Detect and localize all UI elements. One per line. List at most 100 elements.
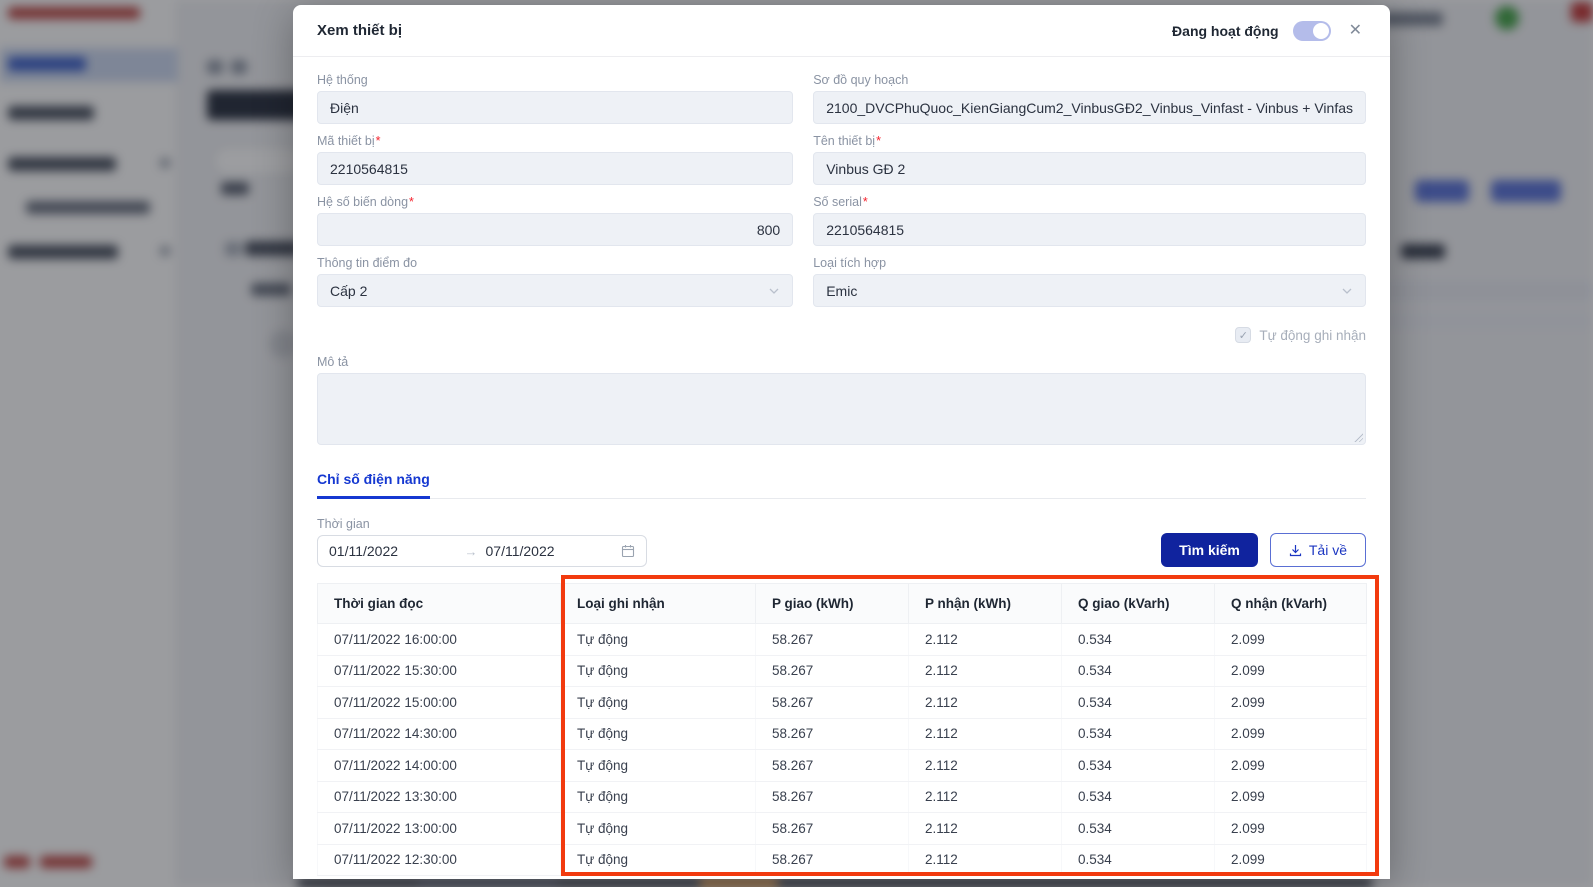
field-loai-tich-hop: Loại tích hợp Emic [813,256,1366,307]
download-icon [1289,544,1302,557]
column-header: Q nhận (kVarh) [1215,584,1367,624]
field-ma-thiet-bi: Mã thiết bị* 2210564815 [317,134,793,185]
mo-ta-textarea[interactable] [317,373,1366,445]
table-cell: 0.534 [1062,718,1215,750]
field-label: Mô tả [317,355,1366,369]
screen: Xem thiết bị Đang hoạt động ✕ Hệ thống Đ… [0,0,1593,887]
table-cell: Tự động [561,624,756,656]
start-date-input[interactable]: 01/11/2022 [329,543,457,559]
close-icon[interactable]: ✕ [1345,21,1366,41]
filter-row: Thời gian 01/11/2022 → 07/11/2022 Tìm ki… [317,517,1366,567]
modal-header-right: Đang hoạt động ✕ [1172,21,1366,41]
table-row: 07/11/2022 14:30:00Tự động58.2672.1120.5… [318,718,1367,750]
field-he-thong: Hệ thống Điện [317,73,793,124]
so-serial-input[interactable]: 2210564815 [813,213,1366,246]
table-cell: 2.112 [909,781,1062,813]
field-he-so-bien-dong: Hệ số biến dòng* 800 [317,195,793,246]
table-cell: 2.099 [1215,750,1367,782]
field-so-serial: Số serial* 2210564815 [813,195,1366,246]
table-header-row: Thời gian đọcLoại ghi nhậnP giao (kWh)P … [318,584,1367,624]
device-form: Hệ thống Điện Sơ đồ quy hoạch 2100_DVCPh… [317,73,1366,455]
auto-record-label: Tự động ghi nhận [1259,328,1366,343]
table-cell: Tự động [561,844,756,876]
table-cell: 2.099 [1215,718,1367,750]
loai-tich-hop-select[interactable]: Emic [813,274,1366,307]
table-cell: 58.267 [756,844,909,876]
table-cell: 07/11/2022 14:00:00 [318,750,561,782]
table-cell: 2.112 [909,624,1062,656]
required-asterisk: * [409,195,414,209]
readings-table: Thời gian đọcLoại ghi nhậnP giao (kWh)P … [317,583,1367,876]
filter-label: Thời gian [317,517,647,531]
table-cell: Tự động [561,687,756,719]
table-cell: 58.267 [756,655,909,687]
required-asterisk: * [876,134,881,148]
field-label: Số serial* [813,195,1366,209]
table-cell: 2.112 [909,750,1062,782]
field-mo-ta: Mô tả [317,355,1366,445]
date-filter: Thời gian 01/11/2022 → 07/11/2022 [317,517,647,567]
auto-record-checkbox[interactable]: ✓ [1235,327,1251,343]
thong-tin-diem-do-select[interactable]: Cấp 2 [317,274,793,307]
column-header: Q giao (kVarh) [1062,584,1215,624]
column-header: P giao (kWh) [756,584,909,624]
readings-table-wrap: Thời gian đọcLoại ghi nhậnP giao (kWh)P … [317,583,1366,876]
table-row: 07/11/2022 15:30:00Tự động58.2672.1120.5… [318,655,1367,687]
table-cell: 0.534 [1062,655,1215,687]
table-cell: 2.112 [909,655,1062,687]
field-label: Tên thiết bị* [813,134,1366,148]
range-arrow-icon: → [465,544,478,559]
table-cell: 58.267 [756,624,909,656]
field-label: Loại tích hợp [813,256,1366,270]
required-asterisk: * [376,134,381,148]
column-header: Thời gian đọc [318,584,561,624]
table-cell: 2.099 [1215,813,1367,845]
modal-body: Hệ thống Điện Sơ đồ quy hoạch 2100_DVCPh… [293,57,1390,876]
ma-thiet-bi-input[interactable]: 2210564815 [317,152,793,185]
table-cell: 2.099 [1215,844,1367,876]
table-cell: Tự động [561,655,756,687]
view-device-modal: Xem thiết bị Đang hoạt động ✕ Hệ thống Đ… [293,5,1390,879]
calendar-icon [621,544,635,558]
download-button-label: Tải về [1309,542,1347,558]
readings-table-body: 07/11/2022 16:00:00Tự động58.2672.1120.5… [318,624,1367,876]
field-so-do-quy-hoach: Sơ đồ quy hoạch 2100_DVCPhuQuoc_KienGian… [813,73,1366,124]
status-label: Đang hoạt động [1172,23,1279,39]
required-asterisk: * [863,195,868,209]
table-row: 07/11/2022 13:30:00Tự động58.2672.1120.5… [318,781,1367,813]
modal-header: Xem thiết bị Đang hoạt động ✕ [293,5,1390,57]
download-button[interactable]: Tải về [1270,533,1366,567]
field-label: Hệ số biến dòng* [317,195,793,209]
end-date-input[interactable]: 07/11/2022 [486,543,614,559]
table-cell: 0.534 [1062,624,1215,656]
auto-record-row: ✓ Tự động ghi nhận [813,327,1366,343]
he-so-bien-dong-input[interactable]: 800 [317,213,793,246]
table-cell: 58.267 [756,718,909,750]
table-cell: 07/11/2022 15:00:00 [318,687,561,719]
table-cell: 2.112 [909,813,1062,845]
active-toggle[interactable] [1293,21,1331,41]
table-cell: 2.112 [909,844,1062,876]
field-label: Hệ thống [317,73,793,87]
table-cell: 58.267 [756,750,909,782]
table-cell: 0.534 [1062,813,1215,845]
table-cell: Tự động [561,813,756,845]
table-cell: 2.112 [909,687,1062,719]
so-do-quy-hoach-input[interactable]: 2100_DVCPhuQuoc_KienGiangCum2_VinbusGĐ2_… [813,91,1366,124]
table-cell: 2.112 [909,718,1062,750]
date-range-picker[interactable]: 01/11/2022 → 07/11/2022 [317,535,647,567]
tab-chi-so-dien-nang[interactable]: Chỉ số điện năng [317,471,430,499]
table-cell: 0.534 [1062,844,1215,876]
table-row: 07/11/2022 12:30:00Tự động58.2672.1120.5… [318,844,1367,876]
resize-handle-icon[interactable] [1353,432,1363,442]
table-row: 07/11/2022 14:00:00Tự động58.2672.1120.5… [318,750,1367,782]
search-button[interactable]: Tìm kiếm [1161,533,1258,567]
table-cell: 2.099 [1215,687,1367,719]
table-cell: 0.534 [1062,750,1215,782]
tab-bar: Chỉ số điện năng [317,471,1366,499]
field-ten-thiet-bi: Tên thiết bị* Vinbus GĐ 2 [813,134,1366,185]
ten-thiet-bi-input[interactable]: Vinbus GĐ 2 [813,152,1366,185]
table-cell: 07/11/2022 12:30:00 [318,844,561,876]
field-label: Thông tin điểm đo [317,256,793,270]
he-thong-input[interactable]: Điện [317,91,793,124]
